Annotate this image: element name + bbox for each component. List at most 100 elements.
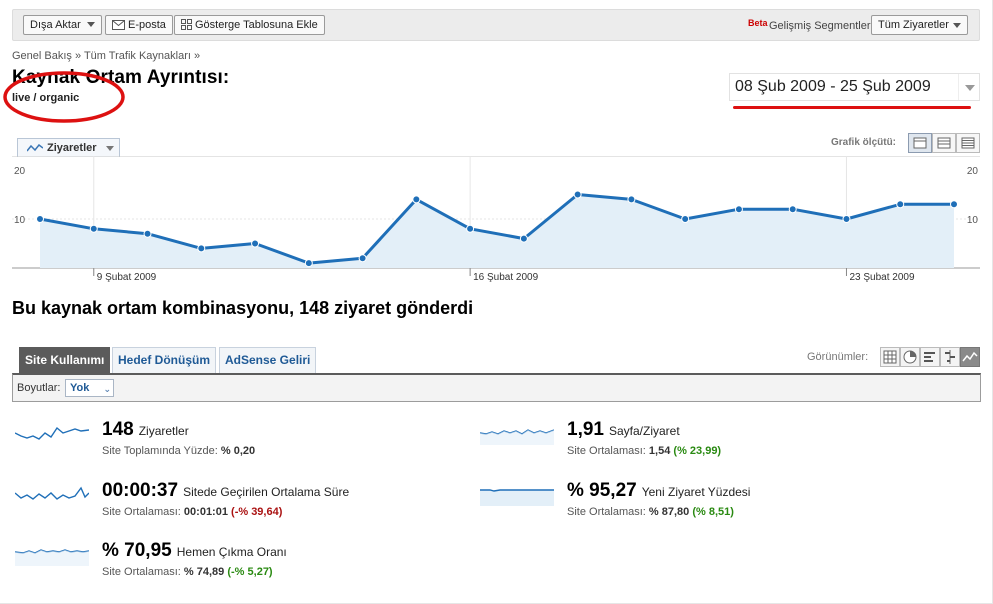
table-grid-icon [883, 350, 897, 364]
data-point [627, 195, 636, 204]
chevron-down-icon: ⌄ [103, 384, 111, 394]
bar-chart-icon [924, 352, 935, 362]
data-point [251, 239, 260, 248]
metric-sub-value: 00:01:01 [183, 506, 228, 518]
graph-by-day-button[interactable] [908, 133, 932, 153]
week-view-icon [937, 137, 951, 149]
metric-name: Sitede Geçirilen Ortalama Süre [183, 485, 350, 499]
data-point [304, 259, 313, 268]
metric-value: % 95,27 [567, 480, 637, 501]
data-point [788, 205, 797, 214]
metric-delta: (-% 39,64) [231, 506, 283, 518]
data-point [681, 215, 690, 223]
graph-by-month-button[interactable] [956, 133, 980, 153]
metric-name: Ziyaretler [138, 424, 189, 438]
x-tick-label: 9 Şubat 2009 [97, 272, 157, 283]
metric-selector[interactable]: Ziyaretler [17, 138, 120, 157]
dimension-select[interactable]: Yok ⌄ [65, 379, 114, 397]
metric-name: Sayfa/Ziyaret [608, 424, 680, 438]
view-trend-button[interactable] [960, 347, 980, 367]
chevron-down-icon [106, 146, 114, 151]
report-toolbar: Dışa Aktar E-posta Gösterge Tablosuna Ek… [12, 9, 980, 41]
dashboard-grid-icon [181, 18, 192, 36]
tab-adsense-revenue[interactable]: AdSense Geliri [219, 347, 317, 373]
x-tick-label: 23 Şubat 2009 [849, 272, 914, 283]
view-bar-button[interactable] [920, 347, 940, 367]
metric-sub-value: % 87,80 [648, 506, 690, 518]
metric-value: % 70,95 [102, 540, 172, 561]
metric-sub-value: % 74,89 [183, 566, 225, 578]
metric-name: Yeni Ziyaret Yüzdesi [641, 485, 751, 499]
view-pie-button[interactable] [900, 347, 920, 367]
data-point [358, 254, 367, 263]
dashboard-label: Gösterge Tablosuna Ekle [195, 19, 318, 31]
email-button[interactable]: E-posta [105, 15, 173, 35]
breadcrumb[interactable]: Genel Bakış » Tüm Trafik Kaynakları » [12, 50, 200, 62]
tab-goal-conversion[interactable]: Hedef Dönüşüm [112, 347, 217, 373]
y-tick-label-right: 10 [967, 215, 979, 226]
metric-value: 148 [102, 419, 134, 440]
dimension-label: Boyutlar: [17, 382, 61, 394]
metric-sub-label: Site Ortalaması: [567, 445, 646, 457]
red-annotation-ellipse [3, 71, 125, 123]
view-comparison-button[interactable] [940, 347, 960, 367]
metric-value: 1,91 [567, 419, 604, 440]
dimension-value: Yok [70, 382, 90, 394]
metric-sub-label: Site Ortalaması: [102, 566, 181, 578]
chevron-down-icon[interactable] [958, 74, 980, 100]
data-point [896, 200, 905, 209]
metric-delta: (-% 5,27) [227, 566, 273, 578]
summary-headline: Bu kaynak ortam kombinasyonu, 148 ziyare… [12, 298, 474, 318]
line-chart-icon [27, 144, 43, 152]
y-tick-label-left: 10 [14, 215, 26, 226]
data-point [734, 205, 743, 214]
view-table-button[interactable] [880, 347, 900, 367]
data-point [197, 244, 206, 253]
add-to-dashboard-button[interactable]: Gösterge Tablosuna Ekle [174, 15, 325, 35]
chevron-down-icon [953, 23, 961, 28]
sparkline [15, 486, 89, 500]
data-point [412, 195, 421, 204]
sparkline [15, 549, 89, 566]
metric-name: Hemen Çıkma Oranı [176, 545, 287, 559]
date-range-picker[interactable]: 08 Şub 2009 - 25 Şub 2009 [729, 73, 980, 101]
metric-sub-value: % 0,20 [220, 445, 256, 457]
chevron-down-icon [86, 22, 95, 27]
data-point [466, 224, 475, 233]
segments-label: Gelişmiş Segmentler: [769, 20, 874, 32]
visits-chart[interactable]: 9 Şubat 2009 16 Şubat 2009 23 Şubat 2009 10… [12, 156, 980, 288]
chart-mode-label: Grafik ölçütü: [831, 137, 897, 148]
series-area [40, 194, 954, 268]
data-point [842, 215, 851, 223]
data-point [573, 190, 582, 199]
data-point [519, 234, 528, 243]
month-view-icon [961, 137, 975, 149]
metric-value: 00:00:37 [102, 480, 179, 501]
data-point [36, 215, 44, 223]
sparkline [480, 489, 554, 506]
graph-by-week-button[interactable] [932, 133, 956, 153]
sparkline-icon [962, 351, 978, 362]
export-button[interactable]: Dışa Aktar [23, 15, 102, 35]
export-label: Dışa Aktar [30, 19, 81, 31]
segments-value: Tüm Ziyaretler [878, 19, 949, 31]
y-tick-label-right: 20 [967, 166, 979, 177]
envelope-icon [112, 18, 125, 36]
date-range-text: 08 Şub 2009 - 25 Şub 2009 [735, 78, 931, 95]
metric-sub-label: Site Toplamında Yüzde: [102, 445, 218, 457]
data-point [950, 200, 958, 209]
email-label: E-posta [128, 19, 166, 31]
metric-sub-value: 1,54 [648, 445, 671, 457]
tab-site-usage[interactable]: Site Kullanımı [19, 347, 111, 373]
metric-sub-label: Site Ortalaması: [567, 506, 646, 518]
metric-selector-label: Ziyaretler [47, 142, 97, 154]
sparkline [15, 426, 89, 440]
data-point [143, 229, 152, 238]
sparkline [480, 429, 554, 445]
dimension-bar: Boyutlar: Yok ⌄ [12, 373, 981, 402]
data-point [89, 224, 98, 233]
pie-chart-icon [903, 350, 917, 364]
segments-select[interactable]: Tüm Ziyaretler [871, 15, 968, 35]
metric-delta: (% 23,99) [673, 445, 722, 457]
beta-badge: Beta [748, 18, 768, 28]
